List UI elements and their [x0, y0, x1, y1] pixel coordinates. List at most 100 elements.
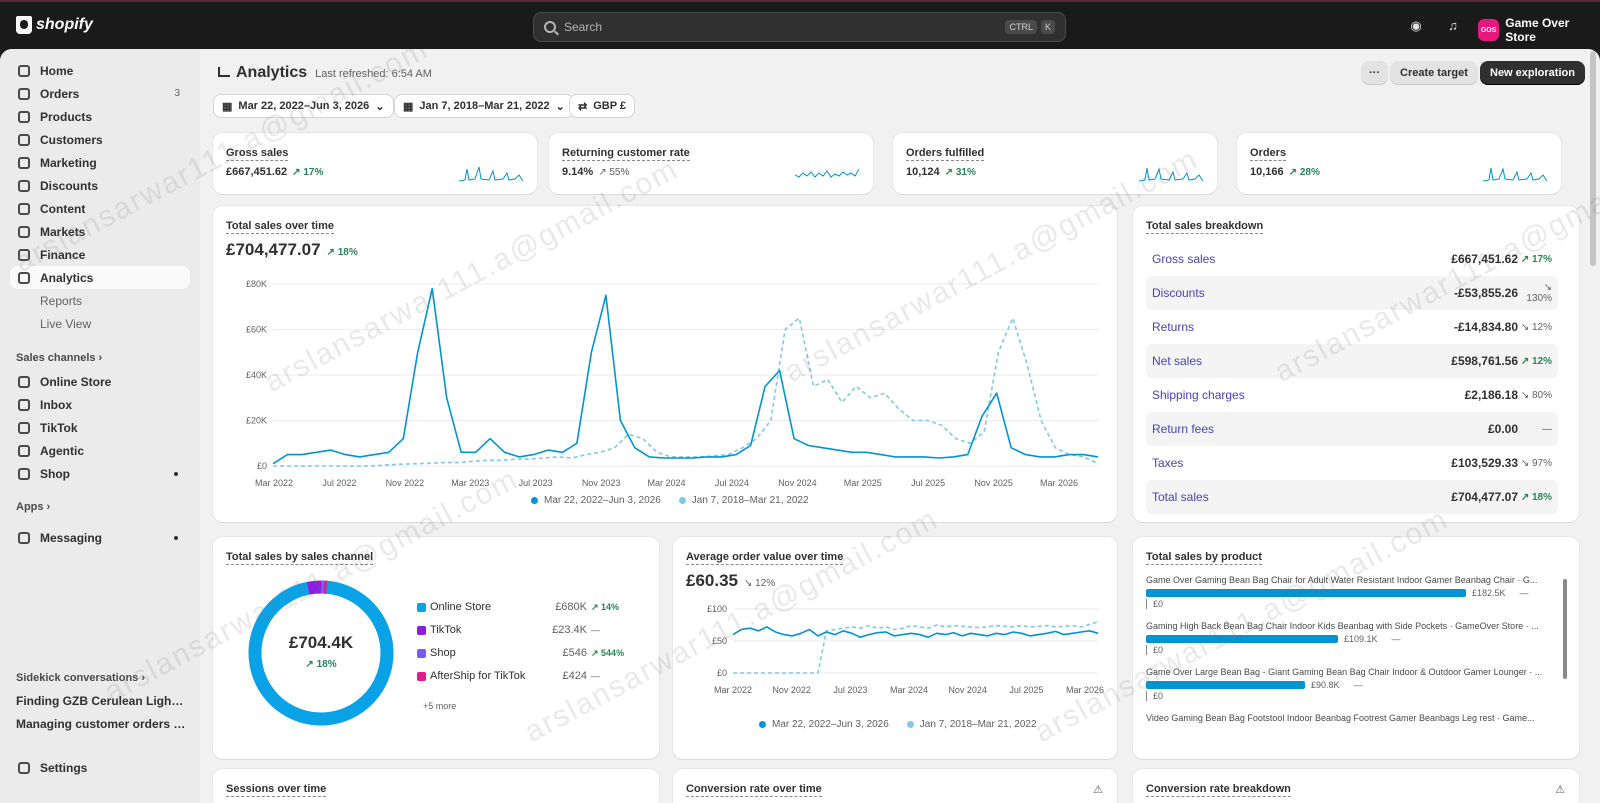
donut-slice-tiktok[interactable] [306, 580, 322, 595]
aov-card[interactable]: Average order value over time £60.35 ↘ 12… [673, 537, 1117, 759]
store-icon [18, 375, 30, 388]
x-tick-label: Nov 2024 [948, 685, 987, 695]
conversion-rate-card[interactable]: Conversion rate over time ⚠ [673, 769, 1117, 803]
page-scrollbar[interactable] [1590, 49, 1596, 803]
sidebar-item-discounts[interactable]: Discounts [10, 174, 190, 197]
breakdown-row[interactable]: Discounts -£53,855.26 ↘ 130% [1146, 276, 1558, 310]
compare-range-filter[interactable]: ▦ Jan 7, 2018–Mar 21, 2022 ⌄ [394, 94, 574, 118]
sidebar-item-reports[interactable]: Reports [10, 289, 190, 312]
channel-row[interactable]: TikTok £23.4K — [417, 624, 627, 636]
sidebar-item-content[interactable]: Content [10, 197, 190, 220]
kpi-card-orders-fulfilled[interactable]: Orders fulfilled 10,124 ↗ 31% [893, 133, 1217, 194]
sales-channels-header[interactable]: Sales channels › [16, 352, 102, 364]
total-sales-over-time-card[interactable]: Total sales over time £704,477.07 ↗ 18% £… [213, 206, 1117, 522]
sidebar-item-messaging[interactable]: Messaging [10, 526, 190, 549]
create-target-button[interactable]: Create target [1390, 61, 1478, 85]
sidebar-item-online-store[interactable]: Online Store [10, 370, 190, 393]
series-line-current[interactable] [732, 626, 1099, 639]
product-item[interactable]: Video Gaming Bean Bag Footstool Indoor B… [1146, 713, 1556, 723]
sidebar-item-analytics[interactable]: Analytics [10, 266, 190, 289]
kpi-card-returning-customer-rate[interactable]: Returning customer rate 9.14% ↗ 55% [549, 133, 873, 194]
channel-value: £546 [562, 647, 587, 659]
apps-header[interactable]: Apps › [16, 501, 50, 513]
sidebar-item-live-view[interactable]: Live View [10, 312, 190, 335]
channel-row[interactable]: Shop £546 ↗ 544% [417, 647, 627, 659]
sidebar-item-products[interactable]: Products [10, 105, 190, 128]
breakdown-label[interactable]: Shipping charges [1152, 388, 1245, 402]
new-exploration-button[interactable]: New exploration [1480, 61, 1585, 85]
currency-filter[interactable]: ⇄ GBP £ [569, 94, 636, 118]
sidebar-item-settings[interactable]: Settings [10, 756, 190, 779]
x-tick-label: Mar 2024 [890, 685, 928, 695]
breakdown-row[interactable]: Shipping charges £2,186.18 ↘ 80% [1146, 378, 1558, 412]
search-placeholder: Search [564, 20, 603, 34]
conversion-breakdown-card[interactable]: Conversion rate breakdown ⚠ [1133, 769, 1579, 803]
breakdown-row[interactable]: Taxes £103,529.33 ↘ 97% [1146, 446, 1558, 480]
sidebar-item-shop[interactable]: Shop [10, 462, 190, 485]
date-range-filter[interactable]: ▦ Mar 22, 2022–Jun 3, 2026 ⌄ [213, 94, 394, 118]
breakdown-row[interactable]: Net sales £598,761.56 ↗ 12% [1146, 344, 1558, 378]
sidekick-icon[interactable]: ◉ [1409, 19, 1423, 33]
product-item[interactable]: Game Over Gaming Bean Bag Chair for Adul… [1146, 575, 1556, 609]
store-menu[interactable]: GOS Game Over Store [1478, 16, 1600, 44]
sidebar-item-home[interactable]: Home [10, 59, 190, 82]
kpi-card-gross-sales[interactable]: Gross sales £667,451.62 ↗ 17% [213, 133, 537, 194]
legend-previous[interactable]: Jan 7, 2018–Mar 21, 2022 [679, 495, 809, 506]
kpi-card-orders[interactable]: Orders 10,166 ↗ 28% [1237, 133, 1561, 194]
product-item[interactable]: Game Over Large Bean Bag - Giant Gaming … [1146, 667, 1556, 701]
sales-by-product-card[interactable]: Total sales by product Game Over Gaming … [1133, 537, 1579, 759]
sales-by-channel-card[interactable]: Total sales by sales channel £704.4K ↗ 1… [213, 537, 659, 759]
channel-donut-chart [248, 580, 394, 726]
breakdown-change: — [1542, 423, 1552, 435]
breakdown-label[interactable]: Return fees [1152, 422, 1214, 436]
more-actions-button[interactable]: ··· [1361, 61, 1388, 85]
product-bar [1146, 681, 1306, 689]
sidebar-item-tiktok[interactable]: TikTok [10, 416, 190, 439]
warning-icon[interactable]: ⚠ [1555, 783, 1565, 796]
series-line-current[interactable] [272, 287, 1099, 465]
sidebar-item-customers[interactable]: Customers [10, 128, 190, 151]
breakdown-label[interactable]: Returns [1152, 320, 1194, 334]
more-channels-link[interactable]: +5 more [423, 701, 456, 711]
breakdown-row[interactable]: Return fees £0.00 — [1146, 412, 1558, 446]
legend-current[interactable]: Mar 22, 2022–Jun 3, 2026 [531, 495, 661, 506]
sidebar-item-inbox[interactable]: Inbox [10, 393, 190, 416]
breakdown-label[interactable]: Net sales [1152, 354, 1202, 368]
sidebar-item-marketing[interactable]: Marketing [10, 151, 190, 174]
channel-row[interactable]: AfterShip for TikTok £424 — [417, 670, 627, 682]
breakdown-label[interactable]: Taxes [1152, 456, 1183, 470]
donut-slice-online-store[interactable] [248, 580, 394, 726]
product-list-scrollbar[interactable] [1563, 579, 1567, 679]
sidebar-item-orders[interactable]: Orders 3 [10, 82, 190, 105]
breakdown-label[interactable]: Total sales [1152, 490, 1209, 504]
breakdown-change: ↘ 130% [1526, 282, 1552, 304]
breakdown-value: £2,186.18 [1464, 388, 1518, 402]
search-bar[interactable]: Search CTRL K [533, 12, 1066, 42]
page-scrollbar-thumb[interactable] [1590, 51, 1596, 266]
breakdown-label[interactable]: Discounts [1152, 286, 1205, 300]
sidebar-item-finance[interactable]: Finance [10, 243, 190, 266]
kpi-title: Gross sales [226, 147, 289, 161]
sidekick-conversation-1[interactable]: Finding GZB Cerulean Lightnin... [16, 694, 186, 708]
channel-row[interactable]: Online Store £680K ↗ 14% [417, 601, 627, 613]
sidebar-item-agentic[interactable]: Agentic [10, 439, 190, 462]
bell-icon[interactable]: ♫ [1446, 19, 1460, 33]
legend-previous[interactable]: Jan 7, 2018–Mar 21, 2022 [907, 719, 1037, 730]
sidekick-conversation-2[interactable]: Managing customer orders in ... [16, 717, 186, 731]
breakdown-value: -£53,855.26 [1453, 286, 1518, 300]
breakdown-row[interactable]: Gross sales £667,451.62 ↗ 17% [1146, 242, 1558, 276]
warning-icon[interactable]: ⚠ [1093, 783, 1103, 796]
shopify-logo[interactable]: shopify [16, 16, 93, 34]
sidebar-item-markets[interactable]: Markets [10, 220, 190, 243]
breakdown-row[interactable]: Returns -£14,834.80 ↘ 12% [1146, 310, 1558, 344]
breakdown-row[interactable]: Total sales £704,477.07 ↗ 18% [1146, 480, 1558, 514]
donut-center-value: £704.4K [288, 633, 354, 652]
currency-icon: ⇄ [578, 100, 588, 113]
legend-current[interactable]: Mar 22, 2022–Jun 3, 2026 [759, 719, 889, 730]
sidekick-header[interactable]: Sidekick conversations › [16, 672, 145, 684]
product-item[interactable]: Gaming High Back Bean Bag Chair Indoor K… [1146, 621, 1556, 655]
total-sales-breakdown-card[interactable]: Total sales breakdown Gross sales £667,45… [1133, 206, 1579, 522]
sessions-card[interactable]: Sessions over time [213, 769, 659, 803]
series-line-previous[interactable] [733, 621, 1099, 674]
breakdown-label[interactable]: Gross sales [1152, 252, 1215, 266]
